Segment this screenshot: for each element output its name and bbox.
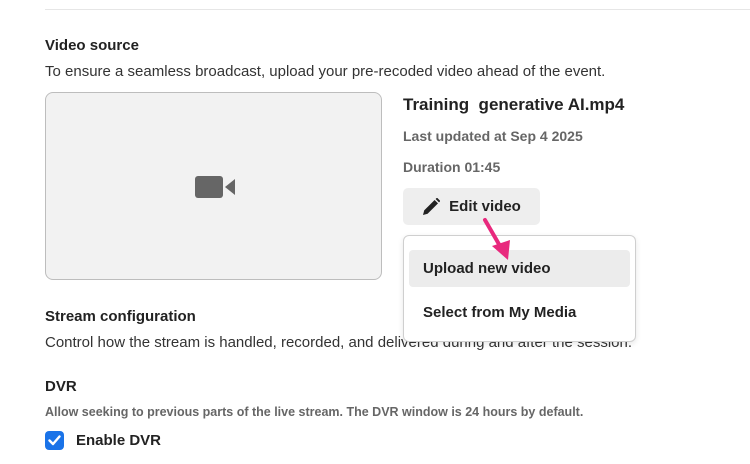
video-last-updated: Last updated at Sep 4 2025 — [403, 128, 583, 144]
enable-dvr-label: Enable DVR — [76, 432, 162, 449]
video-camera-icon — [195, 176, 235, 198]
dvr-title: DVR — [45, 378, 77, 395]
video-source-title: Video source — [45, 37, 139, 54]
enable-dvr-row[interactable]: Enable DVR — [45, 431, 161, 450]
edit-video-button[interactable]: Edit video — [403, 188, 540, 225]
video-source-description: To ensure a seamless broadcast, upload y… — [45, 63, 606, 80]
page: Video source To ensure a seamless broadc… — [0, 0, 750, 464]
edit-video-menu: Upload new video Select from My Media — [403, 235, 636, 342]
video-thumbnail[interactable] — [45, 92, 382, 280]
top-divider — [45, 9, 750, 10]
menu-item-upload-new-video[interactable]: Upload new video — [409, 250, 630, 287]
pencil-icon — [423, 197, 441, 215]
stream-configuration-title: Stream configuration — [45, 308, 196, 325]
video-file-name: Training generative AI.mp4 — [403, 95, 625, 114]
dvr-description: Allow seeking to previous parts of the l… — [45, 405, 584, 419]
edit-video-label: Edit video — [449, 198, 521, 215]
video-duration: Duration 01:45 — [403, 159, 501, 175]
checkmark-icon — [48, 435, 61, 446]
menu-item-select-from-my-media[interactable]: Select from My Media — [409, 294, 630, 331]
enable-dvr-checkbox[interactable] — [45, 431, 64, 450]
annotation-arrow-icon — [483, 218, 510, 260]
menu-item-label: Select from My Media — [423, 304, 577, 321]
